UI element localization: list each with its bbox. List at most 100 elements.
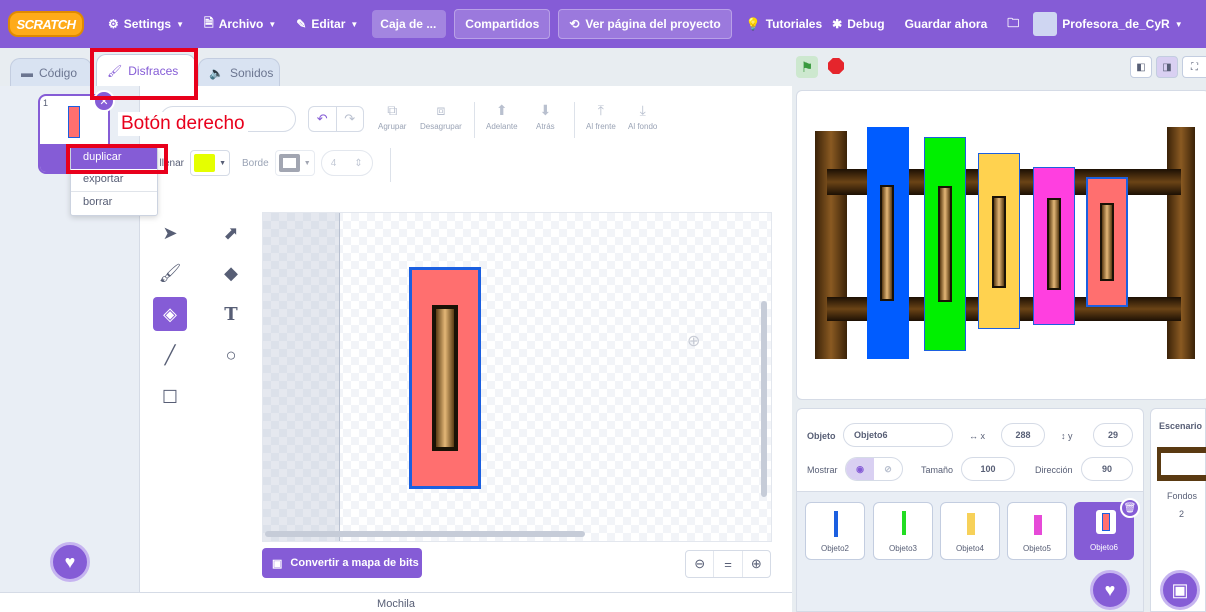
sprite-tile-label: Objeto5 [1022, 544, 1052, 553]
folder-icon: 🗀 [1007, 15, 1020, 30]
eye-off-icon[interactable]: ⊘ [874, 464, 902, 475]
sprite-label: Objeto [807, 431, 836, 441]
group-button[interactable]: ⧉ Agrupar [378, 102, 406, 131]
tutorials-menu[interactable]: 💡 Tutoriales [736, 0, 832, 48]
text-icon: T [224, 303, 238, 325]
fullscreen-button[interactable]: ⛶ [1182, 56, 1206, 78]
file-label: Archivo [218, 17, 264, 31]
add-sprite-button[interactable]: ♥ [1090, 570, 1130, 610]
scratch-logo[interactable]: SCRATCH [8, 11, 84, 37]
zoom-in-button[interactable]: ⊕ [743, 551, 770, 577]
circle-tool[interactable]: ○ [214, 338, 248, 372]
redo-button[interactable]: ↷ [335, 107, 364, 131]
backpack-bar[interactable]: Mochila [0, 592, 792, 612]
project-title-input[interactable]: Caja de ... [372, 10, 447, 38]
line-tool[interactable]: ╱ [153, 338, 187, 372]
show-label: Mostrar [807, 465, 838, 475]
save-now-button[interactable]: Guardar ahora [895, 0, 998, 48]
cat-add-icon: ♥ [64, 551, 76, 572]
caret-down-icon: ▼ [303, 159, 311, 167]
front-button[interactable]: ⤒ Al frente [586, 102, 616, 131]
tab-sounds[interactable]: 🔈 Sonidos [198, 58, 280, 86]
select-tool[interactable]: ➤ [153, 216, 187, 250]
caret-down-icon: ▼ [350, 19, 359, 29]
brush-tool[interactable]: 🖌 [153, 256, 187, 290]
line-icon: ╱ [164, 344, 176, 365]
fill-color-picker[interactable]: ▼ [190, 150, 230, 176]
xylophone-left-post [815, 131, 847, 359]
tutorials-label: Tutoriales [765, 17, 823, 31]
sprite-tile[interactable]: Objeto3 [873, 502, 933, 560]
size-input[interactable]: 100 [961, 457, 1015, 481]
add-costume-button[interactable]: ♥ [50, 542, 90, 582]
stage-bar-magenta [1033, 167, 1075, 325]
green-flag-button[interactable]: ⚑ [796, 56, 818, 78]
sprite-name-input[interactable]: Objeto6 [843, 423, 953, 447]
paint-canvas[interactable]: ⊕ [262, 212, 772, 542]
sprite-tile-label: Objeto2 [820, 544, 850, 553]
tab-code[interactable]: ▬ Código [10, 58, 92, 86]
undo-button[interactable]: ↶ [309, 107, 336, 131]
account-menu[interactable]: Profesora_de_CyR ▼ [1029, 0, 1192, 48]
large-stage-button[interactable]: ◨ [1156, 56, 1178, 78]
sprite-tile-label: Objeto6 [1089, 543, 1119, 552]
tab-sounds-label: Sonidos [229, 65, 274, 80]
code-icon: ▬ [21, 65, 33, 80]
back-button[interactable]: ⤓ Al fondo [628, 102, 657, 131]
menu-item-delete[interactable]: borrar [71, 191, 157, 213]
paint-bucket-icon: ◈ [163, 303, 177, 324]
menu-item-duplicate[interactable]: duplicar [71, 147, 157, 169]
text-tool[interactable]: T [214, 297, 248, 331]
stop-button[interactable] [828, 58, 844, 74]
eraser-tool[interactable]: ◆ [214, 256, 248, 290]
settings-menu[interactable]: ⚙ Settings ▼ [98, 0, 194, 48]
menu-item-export[interactable]: exportar [71, 169, 157, 191]
reshape-tool[interactable]: ⬈ [214, 216, 248, 250]
y-input[interactable]: 29 [1093, 423, 1133, 447]
x-input[interactable]: 288 [1001, 423, 1045, 447]
x-label-text: x [980, 431, 986, 441]
backward-button[interactable]: ⬇ Atrás [536, 102, 555, 131]
debug-label: Debug [847, 17, 885, 31]
x-label: ↔ x [969, 431, 985, 441]
eye-icon[interactable]: ◉ [846, 458, 874, 480]
menu-bar: SCRATCH ⚙ Settings ▼ 🗎 Archivo ▼ ✎ Edita… [0, 0, 1206, 48]
ungroup-button[interactable]: ⧈ Desagrupar [420, 102, 462, 131]
size-label: Tamaño [921, 465, 954, 475]
shared-button[interactable]: Compartidos [454, 9, 551, 39]
image-icon: ▣ [272, 557, 283, 570]
sprite-tile[interactable]: Objeto4 [940, 502, 1000, 560]
rectangle-tool[interactable]: ☐ [153, 380, 187, 414]
tab-costumes[interactable]: 🖌 Disfraces [96, 54, 196, 86]
project-page-button[interactable]: ⟲ Ver página del proyecto [558, 9, 732, 39]
fill-row: llenar ▼ Borde ▼ 4 ⇕ [144, 150, 373, 176]
add-backdrop-button[interactable]: ▣ [1160, 570, 1200, 610]
front-icon: ⤒ [597, 102, 604, 118]
editor-tabs: ▬ Código 🖌 Disfraces 🔈 Sonidos [0, 48, 792, 86]
vertical-scrollbar[interactable] [761, 301, 767, 497]
file-menu[interactable]: 🗎 Archivo ▼ [194, 0, 286, 48]
small-stage-button[interactable]: ◧ [1130, 56, 1152, 78]
my-stuff-button[interactable]: 🗀 [997, 0, 1029, 48]
outline-color-picker[interactable]: ▼ [274, 150, 315, 176]
debug-menu[interactable]: ✱ Debug [832, 0, 894, 48]
delete-sprite-icon[interactable]: 🗑 [1120, 498, 1140, 518]
zoom-reset-button[interactable]: = [714, 551, 743, 577]
sprite-info-panel: Objeto Objeto6 ↔ x 288 ↕ y 29 Mostrar ◉ … [796, 408, 1144, 492]
stage[interactable] [796, 90, 1206, 400]
outline-size-input[interactable]: 4 ⇕ [320, 150, 373, 176]
sprite-tile[interactable]: Objeto2 [805, 502, 865, 560]
convert-bitmap-button[interactable]: ▣ Convertir a mapa de bits [262, 548, 422, 578]
edit-menu[interactable]: ✎ Editar ▼ [286, 0, 368, 48]
crosshair-icon: ⊕ [687, 333, 701, 350]
zoom-out-button[interactable]: ⊖ [686, 551, 715, 577]
fill-tool[interactable]: ◈ [153, 297, 187, 331]
sprite-tile[interactable]: Objeto5 [1007, 502, 1067, 560]
tab-costumes-label: Disfraces [128, 63, 179, 78]
horizontal-scrollbar[interactable] [265, 531, 585, 537]
reshape-icon: ⬈ [223, 222, 239, 243]
toolbar-divider [574, 102, 575, 138]
direction-input[interactable]: 90 [1081, 457, 1133, 481]
delete-costume-icon[interactable]: ✕ [93, 90, 115, 112]
forward-button[interactable]: ⬆ Adelante [486, 102, 518, 131]
